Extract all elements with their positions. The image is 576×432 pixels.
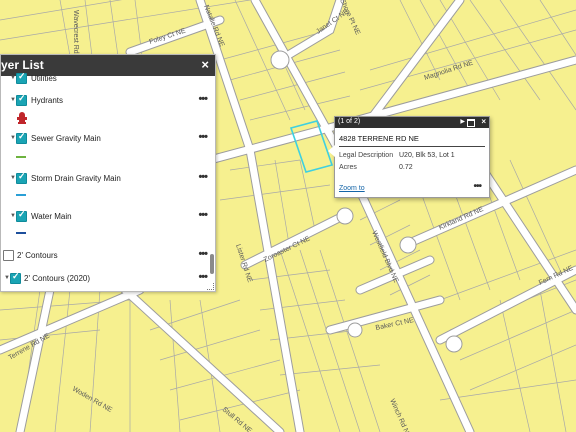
layer-label: Hydrants xyxy=(31,96,64,105)
checkmark-icon: ✓ xyxy=(18,171,26,181)
checkmark-icon: ✓ xyxy=(18,93,26,103)
maximize-icon[interactable] xyxy=(467,119,475,127)
layer-label: 2' Contours (2020) xyxy=(24,274,91,283)
popup-pointer xyxy=(328,145,335,157)
close-icon[interactable]: × xyxy=(201,57,209,72)
field-name: Acres xyxy=(339,164,357,171)
checkmark-icon: ✓ xyxy=(12,271,20,281)
field-value: 0.72 xyxy=(399,164,413,171)
popup-divider xyxy=(339,146,485,147)
sewer-line-symbol xyxy=(16,156,26,158)
layer-item-hydrants[interactable]: ▼ ✓ Hydrants ••• xyxy=(1,93,208,110)
layer-options-button[interactable]: ••• xyxy=(198,131,208,143)
popup-title: 4828 TERRENE RD NE xyxy=(339,134,419,143)
layer-label: Storm Drain Gravity Main xyxy=(31,174,121,183)
layer-checkbox[interactable]: ✓ xyxy=(16,93,27,106)
field-value: U20, Blk 53, Lot 1 xyxy=(399,152,455,159)
layer-list-body: ▼ ✓ Utilities ▼ ✓ Hydrants ••• ▼ ✓ Sewer… xyxy=(1,71,215,291)
layer-options-button[interactable]: ••• xyxy=(198,93,208,105)
layer-options-button[interactable]: ••• xyxy=(198,171,208,183)
hydrant-icon xyxy=(17,112,27,124)
layer-item-contours-2020[interactable]: ▼ ✓ 2' Contours (2020) ••• xyxy=(1,271,208,288)
layer-list-title: yer List xyxy=(1,58,44,72)
layer-checkbox[interactable] xyxy=(3,250,14,261)
checkmark-icon: ✓ xyxy=(18,209,26,219)
layer-label: Sewer Gravity Main xyxy=(31,134,101,143)
layer-item-sewer[interactable]: ▼ ✓ Sewer Gravity Main ••• xyxy=(1,131,208,148)
water-line-symbol xyxy=(16,232,26,234)
layer-label: 2' Contours xyxy=(17,251,58,260)
zoom-to-link[interactable]: Zoom to xyxy=(339,185,365,192)
layer-options-button[interactable]: ••• xyxy=(198,248,208,260)
layer-item-utilities[interactable]: ▼ ✓ Utilities xyxy=(1,71,207,88)
layer-options-button[interactable]: ••• xyxy=(198,271,208,283)
layer-checkbox[interactable]: ✓ xyxy=(16,71,27,84)
layer-checkbox[interactable]: ✓ xyxy=(10,271,21,284)
resize-handle-icon[interactable] xyxy=(207,283,214,290)
checkmark-icon: ✓ xyxy=(18,71,26,81)
layer-label: Utilities xyxy=(31,74,57,83)
layer-item-contours[interactable]: 2' Contours ••• xyxy=(1,248,208,265)
layer-item-storm-drain[interactable]: ▼ ✓ Storm Drain Gravity Main ••• xyxy=(1,171,208,188)
close-icon[interactable]: × xyxy=(481,117,486,126)
layer-checkbox[interactable]: ✓ xyxy=(16,171,27,184)
field-name: Legal Description xyxy=(339,152,394,159)
layer-list-panel: yer List × ▼ ✓ Utilities ▼ ✓ Hydrants ••… xyxy=(0,54,216,292)
layer-item-water-main[interactable]: ▼ ✓ Water Main ••• xyxy=(1,209,208,226)
layer-label: Water Main xyxy=(31,212,72,221)
storm-line-symbol xyxy=(16,194,26,196)
popup-titlebar: (1 of 2) ▶ × xyxy=(335,117,489,128)
layer-checkbox[interactable]: ✓ xyxy=(16,131,27,144)
layer-checkbox[interactable]: ✓ xyxy=(16,209,27,222)
next-feature-icon[interactable]: ▶ xyxy=(460,118,465,125)
scrollbar-thumb[interactable] xyxy=(210,254,214,274)
layer-options-button[interactable]: ••• xyxy=(198,209,208,221)
popup-feature-count: (1 of 2) xyxy=(338,118,361,125)
feature-popup: (1 of 2) ▶ × 4828 TERRENE RD NE Legal De… xyxy=(328,116,490,198)
popup-more-button[interactable]: ••• xyxy=(473,181,481,192)
checkmark-icon: ✓ xyxy=(18,131,26,141)
